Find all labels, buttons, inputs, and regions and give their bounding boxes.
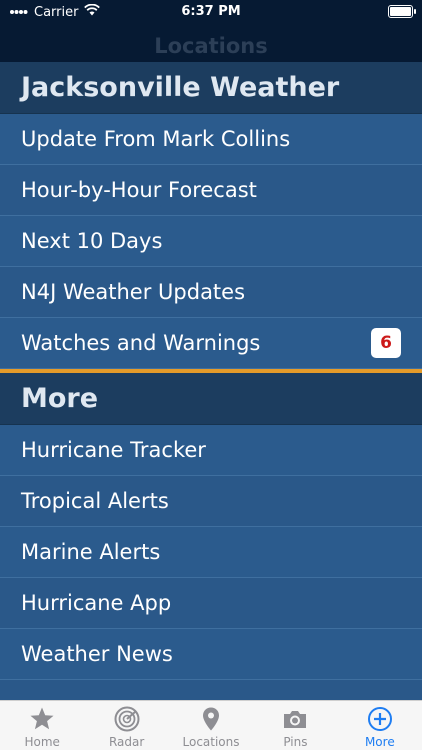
location-pin-icon (198, 706, 224, 732)
tab-label: More (364, 735, 395, 749)
tab-radar[interactable]: Radar (84, 701, 168, 750)
row-hurricane-app[interactable]: Hurricane App (0, 578, 422, 629)
tab-more[interactable]: More (338, 701, 422, 750)
row-label: Next 10 Days (21, 229, 163, 253)
row-partial-next-item[interactable] (0, 680, 422, 700)
row-label: Update From Mark Collins (21, 127, 291, 151)
row-marine-alerts[interactable]: Marine Alerts (0, 527, 422, 578)
row-hurricane-tracker[interactable]: Hurricane Tracker (0, 425, 422, 476)
tab-pins[interactable]: Pins (253, 701, 337, 750)
row-label: N4J Weather Updates (21, 280, 246, 304)
section-header: Jacksonville Weather (0, 62, 422, 114)
radar-icon (114, 706, 140, 732)
row-label: Weather News (21, 642, 173, 666)
section-rows: Update From Mark Collins Hour-by-Hour Fo… (0, 114, 422, 369)
row-label: Hurricane Tracker (21, 438, 206, 462)
row-hour-by-hour-forecast[interactable]: Hour-by-Hour Forecast (0, 165, 422, 216)
tab-home[interactable]: Home (0, 701, 84, 750)
row-label: Watches and Warnings (21, 331, 261, 355)
status-time: 6:37 PM (181, 4, 241, 19)
status-bar: Carrier 6:37 PM (0, 0, 422, 26)
row-watches-and-warnings[interactable]: Watches and Warnings 6 (0, 318, 422, 369)
row-update-from-mark-collins[interactable]: Update From Mark Collins (0, 114, 422, 165)
navigation-bar: Locations (0, 26, 422, 62)
camera-icon (282, 706, 308, 732)
plus-circle-icon (367, 706, 393, 732)
section-jacksonville-weather: Jacksonville Weather Update From Mark Co… (0, 62, 422, 369)
tab-locations[interactable]: Locations (169, 701, 253, 750)
menu-list[interactable]: Jacksonville Weather Update From Mark Co… (0, 62, 422, 700)
row-n4j-weather-updates[interactable]: N4J Weather Updates (0, 267, 422, 318)
battery-icon (388, 5, 416, 18)
star-icon (29, 706, 55, 732)
section-more: More Hurricane Tracker Tropical Alerts M… (0, 373, 422, 700)
row-tropical-alerts[interactable]: Tropical Alerts (0, 476, 422, 527)
row-next-10-days[interactable]: Next 10 Days (0, 216, 422, 267)
tab-label: Home (24, 735, 60, 749)
section-header: More (0, 373, 422, 425)
row-label: Tropical Alerts (21, 489, 169, 513)
tab-label: Radar (108, 735, 145, 749)
section-rows: Hurricane Tracker Tropical Alerts Marine… (0, 425, 422, 700)
tab-bar: Home Radar Locations Pins More (0, 700, 422, 750)
tab-label: Pins (283, 735, 308, 749)
tab-label: Locations (182, 735, 240, 749)
nav-title: Locations (154, 34, 268, 58)
row-label: Marine Alerts (21, 540, 161, 564)
row-label: Hurricane App (21, 591, 172, 615)
warnings-count-badge: 6 (371, 328, 401, 358)
row-label: Hour-by-Hour Forecast (21, 178, 257, 202)
row-weather-news[interactable]: Weather News (0, 629, 422, 680)
